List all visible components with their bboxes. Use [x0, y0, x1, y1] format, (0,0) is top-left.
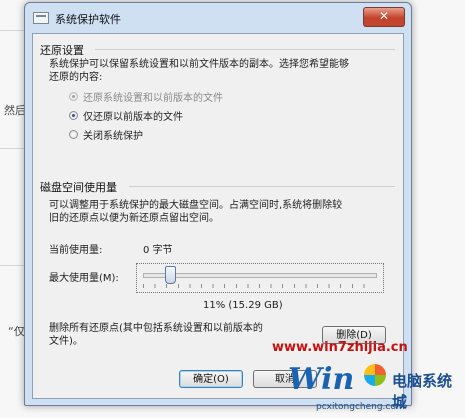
- close-button[interactable]: ✕: [363, 7, 405, 27]
- window-title: 系统保护软件: [55, 13, 121, 26]
- watermark-logo-word: Win: [288, 362, 355, 397]
- title-bar[interactable]: 系统保护软件 ✕: [25, 3, 411, 29]
- current-usage-label: 当前使用量:: [49, 245, 103, 256]
- group-divider: [129, 186, 395, 187]
- delete-description-line: 文件)。: [49, 336, 83, 347]
- group-divider: [95, 49, 395, 50]
- radio-label: 还原系统设置和以前版本的文件: [83, 93, 223, 104]
- restore-settings-title: 还原设置: [40, 44, 84, 57]
- radio-indicator: [69, 92, 78, 101]
- watermark-logo-domain: pcxitongcheng.com: [316, 402, 405, 412]
- windows-flag-icon: [364, 364, 386, 386]
- disk-description-line: 旧的还原点以便为新还原点留出空间。: [49, 213, 219, 224]
- radio-indicator: [69, 111, 78, 120]
- slider-thumb[interactable]: [164, 266, 176, 284]
- restore-description-line: 系统保护可以保留系统设置和以前文件版本的副本。选择您希望能够: [49, 59, 349, 70]
- radio-turn-off-protection[interactable]: 关闭系统保护: [69, 127, 143, 142]
- radio-indicator: [69, 130, 78, 139]
- watermark-url: www.win7zhijia.cn: [272, 340, 408, 355]
- delete-description-line: 删除所有还原点(其中包括系统设置和以前版本的: [49, 323, 263, 334]
- max-usage-label: 最大使用量(M):: [49, 273, 119, 284]
- radio-restore-files-only[interactable]: 仅还原以前版本的文件: [69, 108, 183, 123]
- max-usage-readout: 11% (15.29 GB): [203, 300, 283, 311]
- current-usage-value: 0 字节: [143, 245, 173, 256]
- watermark-logo: Win 电脑系统城 pcxitongcheng.com: [288, 360, 464, 416]
- max-usage-slider[interactable]: [136, 263, 384, 293]
- background-text-fragment: 然后: [4, 104, 26, 117]
- slider-track: [143, 273, 377, 278]
- disk-usage-title: 磁盘空间使用量: [40, 181, 117, 194]
- ok-button[interactable]: 确定(O): [179, 370, 243, 388]
- slider-ticks: [143, 284, 375, 288]
- background-text-fragment: “仅: [8, 325, 25, 338]
- radio-restore-system-and-files[interactable]: 还原系统设置和以前版本的文件: [69, 89, 223, 104]
- radio-label: 关闭系统保护: [83, 131, 143, 142]
- disk-description-line: 可以调整用于系统保护的最大磁盘空间。占满空间时,系统将删除较: [49, 200, 343, 211]
- radio-label: 仅还原以前版本的文件: [83, 112, 183, 123]
- window-icon: [33, 12, 49, 24]
- restore-description-line: 还原的内容:: [49, 72, 103, 83]
